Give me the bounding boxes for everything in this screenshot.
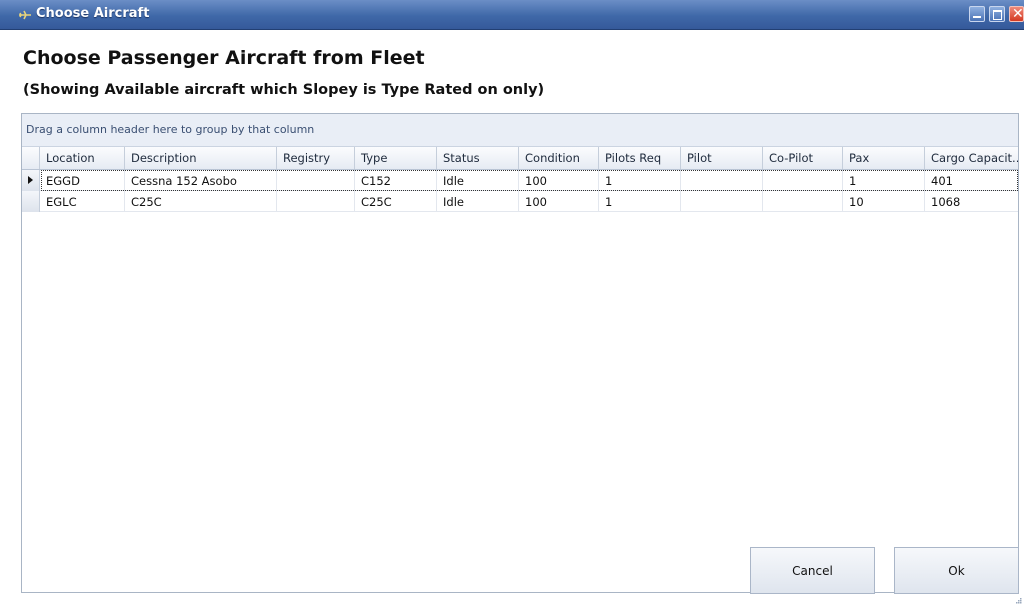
- cell-pilot[interactable]: [681, 191, 763, 212]
- column-header-pilot[interactable]: Pilot: [681, 147, 763, 169]
- group-by-panel[interactable]: Drag a column header here to group by th…: [22, 114, 1018, 147]
- title-bar: Choose Aircraft ✕: [0, 0, 1024, 30]
- minimize-button[interactable]: [969, 6, 985, 22]
- grid-header-row: Location Description Registry Type Statu…: [22, 147, 1018, 170]
- cell-co-pilot[interactable]: [763, 191, 843, 212]
- column-header-location[interactable]: Location: [40, 147, 125, 169]
- column-header-type[interactable]: Type: [355, 147, 437, 169]
- column-header-pax[interactable]: Pax: [843, 147, 925, 169]
- ok-button[interactable]: Ok: [894, 547, 1019, 594]
- maximize-icon: [993, 10, 1002, 20]
- group-by-hint: Drag a column header here to group by th…: [26, 123, 315, 136]
- cancel-button[interactable]: Cancel: [750, 547, 875, 594]
- current-row-arrow-icon: [28, 176, 33, 184]
- table-row[interactable]: EGLC C25C C25C Idle 100 1 10 1068: [22, 191, 1018, 212]
- cell-type[interactable]: C25C: [355, 191, 437, 212]
- cell-status[interactable]: Idle: [437, 191, 519, 212]
- header-indicator-cell: [22, 147, 40, 169]
- cell-registry[interactable]: [277, 191, 355, 212]
- column-header-co-pilot[interactable]: Co-Pilot: [763, 147, 843, 169]
- close-icon: ✕: [1012, 6, 1024, 22]
- column-header-pilots-req[interactable]: Pilots Req: [599, 147, 681, 169]
- column-header-registry[interactable]: Registry: [277, 147, 355, 169]
- page-title: Choose Passenger Aircraft from Fleet: [23, 47, 425, 69]
- table-row[interactable]: EGGD Cessna 152 Asobo C152 Idle 100 1 1 …: [22, 170, 1018, 191]
- aircraft-grid[interactable]: Drag a column header here to group by th…: [21, 113, 1019, 593]
- aircraft-icon: [19, 10, 31, 20]
- column-header-cargo-capacity[interactable]: Cargo Capacit...: [925, 147, 1018, 169]
- cell-pilots-req[interactable]: 1: [599, 191, 681, 212]
- cell-pax[interactable]: 10: [843, 191, 925, 212]
- row-indicator[interactable]: [22, 191, 40, 212]
- resize-grip-icon[interactable]: [1016, 598, 1022, 604]
- page-subtitle: (Showing Available aircraft which Slopey…: [23, 82, 545, 98]
- cell-condition[interactable]: 100: [519, 191, 599, 212]
- column-header-description[interactable]: Description: [125, 147, 277, 169]
- focused-row-outline: [41, 170, 1018, 191]
- cell-cargo-capacity[interactable]: 1068: [925, 191, 1018, 212]
- column-header-condition[interactable]: Condition: [519, 147, 599, 169]
- maximize-button[interactable]: [989, 6, 1005, 22]
- cell-location[interactable]: EGLC: [40, 191, 125, 212]
- column-header-status[interactable]: Status: [437, 147, 519, 169]
- cell-description[interactable]: C25C: [125, 191, 277, 212]
- minimize-icon: [973, 16, 981, 18]
- window-title: Choose Aircraft: [36, 6, 150, 21]
- row-indicator[interactable]: [22, 170, 40, 191]
- close-button[interactable]: ✕: [1009, 6, 1024, 22]
